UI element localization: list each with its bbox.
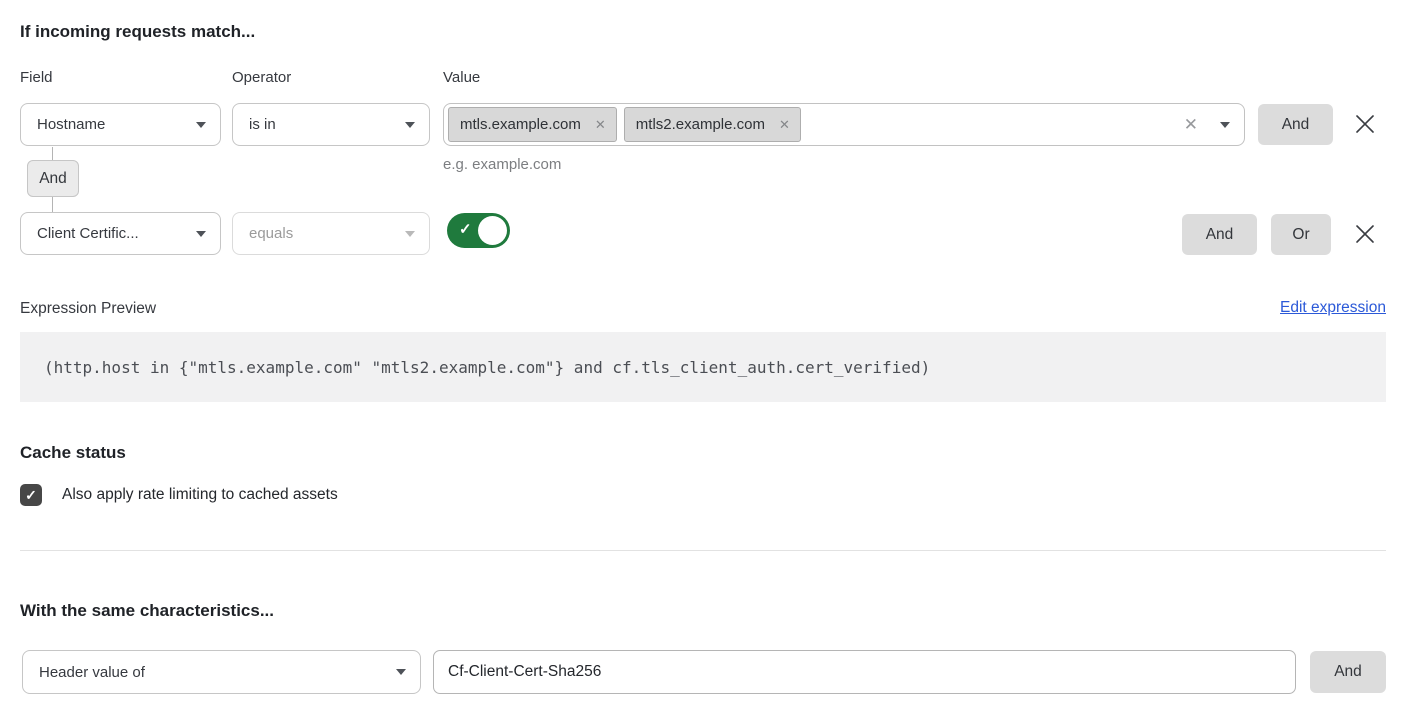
connector-line (52, 197, 53, 212)
value-column-label: Value (443, 69, 480, 86)
add-and-condition-button-row1[interactable]: And (1258, 104, 1333, 145)
delete-row1-icon[interactable] (1351, 110, 1379, 138)
expression-code-block: (http.host in {"mtls.example.com" "mtls2… (20, 332, 1386, 402)
checkbox-check-icon: ✓ (25, 487, 37, 504)
tag-remove-icon[interactable]: ✕ (779, 118, 790, 131)
chevron-down-icon (405, 122, 415, 128)
characteristic-select-value: Header value of (39, 664, 386, 681)
chevron-down-icon (405, 231, 415, 237)
match-section-title: If incoming requests match... (20, 22, 255, 42)
value-multiselect-row1[interactable]: mtls.example.com ✕ mtls2.example.com ✕ ✕ (443, 103, 1245, 146)
add-characteristic-button[interactable]: And (1310, 651, 1386, 693)
operator-select-row2-disabled: equals (232, 212, 430, 255)
connector-line (52, 147, 53, 160)
connector-and-chip[interactable]: And (27, 160, 79, 197)
expression-code: (http.host in {"mtls.example.com" "mtls2… (44, 358, 930, 377)
expression-preview-label: Expression Preview (20, 300, 156, 318)
edit-expression-link[interactable]: Edit expression (1280, 299, 1386, 317)
operator-select-row1[interactable]: is in (232, 103, 430, 146)
cache-status-title: Cache status (20, 443, 126, 463)
value-helper-text: e.g. example.com (443, 156, 561, 173)
value-tag: mtls.example.com ✕ (448, 107, 617, 142)
chevron-down-icon (196, 231, 206, 237)
operator-select-row1-value: is in (249, 116, 395, 133)
field-select-row2[interactable]: Client Certific... (20, 212, 221, 255)
tag-remove-icon[interactable]: ✕ (595, 118, 606, 131)
add-and-condition-button-row2[interactable]: And (1182, 214, 1257, 255)
toggle-check-icon: ✓ (459, 220, 472, 238)
delete-row2-icon[interactable] (1351, 220, 1379, 248)
chevron-down-icon (396, 669, 406, 675)
value-tag-text: mtls2.example.com (636, 116, 765, 133)
value-tag: mtls2.example.com ✕ (624, 107, 801, 142)
toggle-knob (478, 216, 507, 245)
header-name-input[interactable] (433, 650, 1296, 694)
characteristics-section-title: With the same characteristics... (20, 601, 274, 621)
field-column-label: Field (20, 69, 53, 86)
chevron-down-icon (196, 122, 206, 128)
clear-all-icon[interactable]: ✕ (1184, 116, 1198, 133)
value-tag-text: mtls.example.com (460, 116, 581, 133)
section-divider (20, 550, 1386, 551)
close-icon (1354, 113, 1376, 135)
operator-column-label: Operator (232, 69, 291, 86)
add-or-condition-button-row2[interactable]: Or (1271, 214, 1331, 255)
field-select-row2-value: Client Certific... (37, 225, 186, 242)
cached-assets-checkbox[interactable]: ✓ (20, 484, 42, 506)
chevron-down-icon (1220, 122, 1230, 128)
operator-select-row2-value: equals (249, 225, 395, 242)
cert-verified-toggle[interactable]: ✓ (447, 213, 510, 248)
characteristic-select[interactable]: Header value of (22, 650, 421, 694)
close-icon (1354, 223, 1376, 245)
field-select-row1-value: Hostname (37, 116, 186, 133)
field-select-row1[interactable]: Hostname (20, 103, 221, 146)
cached-assets-checkbox-label[interactable]: Also apply rate limiting to cached asset… (62, 486, 338, 504)
